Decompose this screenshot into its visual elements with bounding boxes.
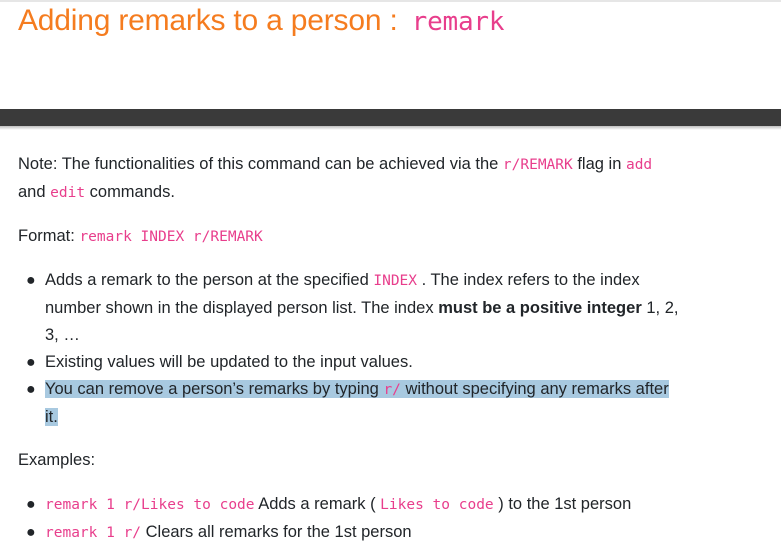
note-paragraph: Note: The functionalities of this comman…: [18, 151, 652, 207]
example-code: remark 1 r/: [45, 525, 142, 541]
list-item-text: without specifying any remarks after: [405, 380, 669, 398]
details-list: ● Adds a remark to the person at the spe…: [0, 267, 781, 431]
list-item-highlighted: ● You can remove a person’s remarks by t…: [0, 376, 781, 431]
header-separator-band: [0, 109, 781, 126]
section-heading: Adding remarks to a person : remark: [18, 4, 505, 38]
format-syntax-code: remark INDEX r/REMARK: [79, 229, 263, 245]
list-item: ● Adds a remark to the person at the spe…: [0, 267, 781, 349]
list-item-text: 1, 2,: [646, 299, 679, 317]
bullet-icon: ●: [26, 272, 36, 289]
examples-label: Examples:: [18, 451, 96, 469]
list-item-text: Existing values will be updated to the i…: [45, 353, 413, 371]
note-edit-code: edit: [50, 185, 86, 201]
list-item-text: it.: [45, 408, 58, 426]
bold-text: must be a positive integer: [438, 299, 642, 317]
note-flag-code: r/REMARK: [502, 157, 573, 173]
top-border: [0, 0, 781, 2]
list-item-text: Adds a remark (: [258, 495, 376, 513]
header-separator-shadow: [0, 126, 781, 130]
list-item: ● remark 1 r/Likes to code Adds a remark…: [0, 491, 781, 519]
bullet-icon: ●: [26, 524, 36, 541]
heading-command: remark: [411, 7, 505, 37]
list-item-text: You can remove a person’s remarks by typ…: [45, 380, 379, 398]
list-item-text: Clears all remarks for the 1st person: [145, 523, 412, 541]
note-text-end: commands.: [89, 183, 175, 201]
list-item-text: ) to the 1st person: [498, 495, 632, 513]
note-text-and: and: [18, 183, 46, 201]
example-code: remark 1 r/Likes to code: [45, 497, 255, 513]
note-add-code: add: [625, 157, 653, 173]
list-item-text: Adds a remark to the person at the speci…: [45, 271, 369, 289]
index-code: INDEX: [373, 273, 418, 289]
list-item-text: . The index refers to the index: [421, 271, 640, 289]
list-item-text: 3, …: [45, 326, 80, 344]
list-item-text: number shown in the displayed person lis…: [45, 299, 434, 317]
bullet-icon: ●: [26, 496, 36, 513]
list-item: ● remark 1 r/ Clears all remarks for the…: [0, 519, 781, 547]
note-text-mid: flag in: [577, 155, 622, 173]
format-label: Format:: [18, 227, 75, 245]
example-value-code: Likes to code: [380, 497, 494, 513]
note-text: Note: The functionalities of this comman…: [18, 155, 499, 173]
bullet-icon: ●: [26, 354, 36, 371]
examples-list: ● remark 1 r/Likes to code Adds a remark…: [0, 491, 781, 547]
heading-text: Adding remarks to a person :: [18, 4, 398, 37]
list-item: ● Existing values will be updated to the…: [0, 349, 781, 376]
remark-flag-code: r/: [383, 382, 401, 398]
text-selection: You can remove a person’s remarks by typ…: [45, 380, 669, 398]
bullet-icon: ●: [26, 381, 36, 398]
format-paragraph: Format: remark INDEX r/REMARK: [18, 223, 263, 251]
